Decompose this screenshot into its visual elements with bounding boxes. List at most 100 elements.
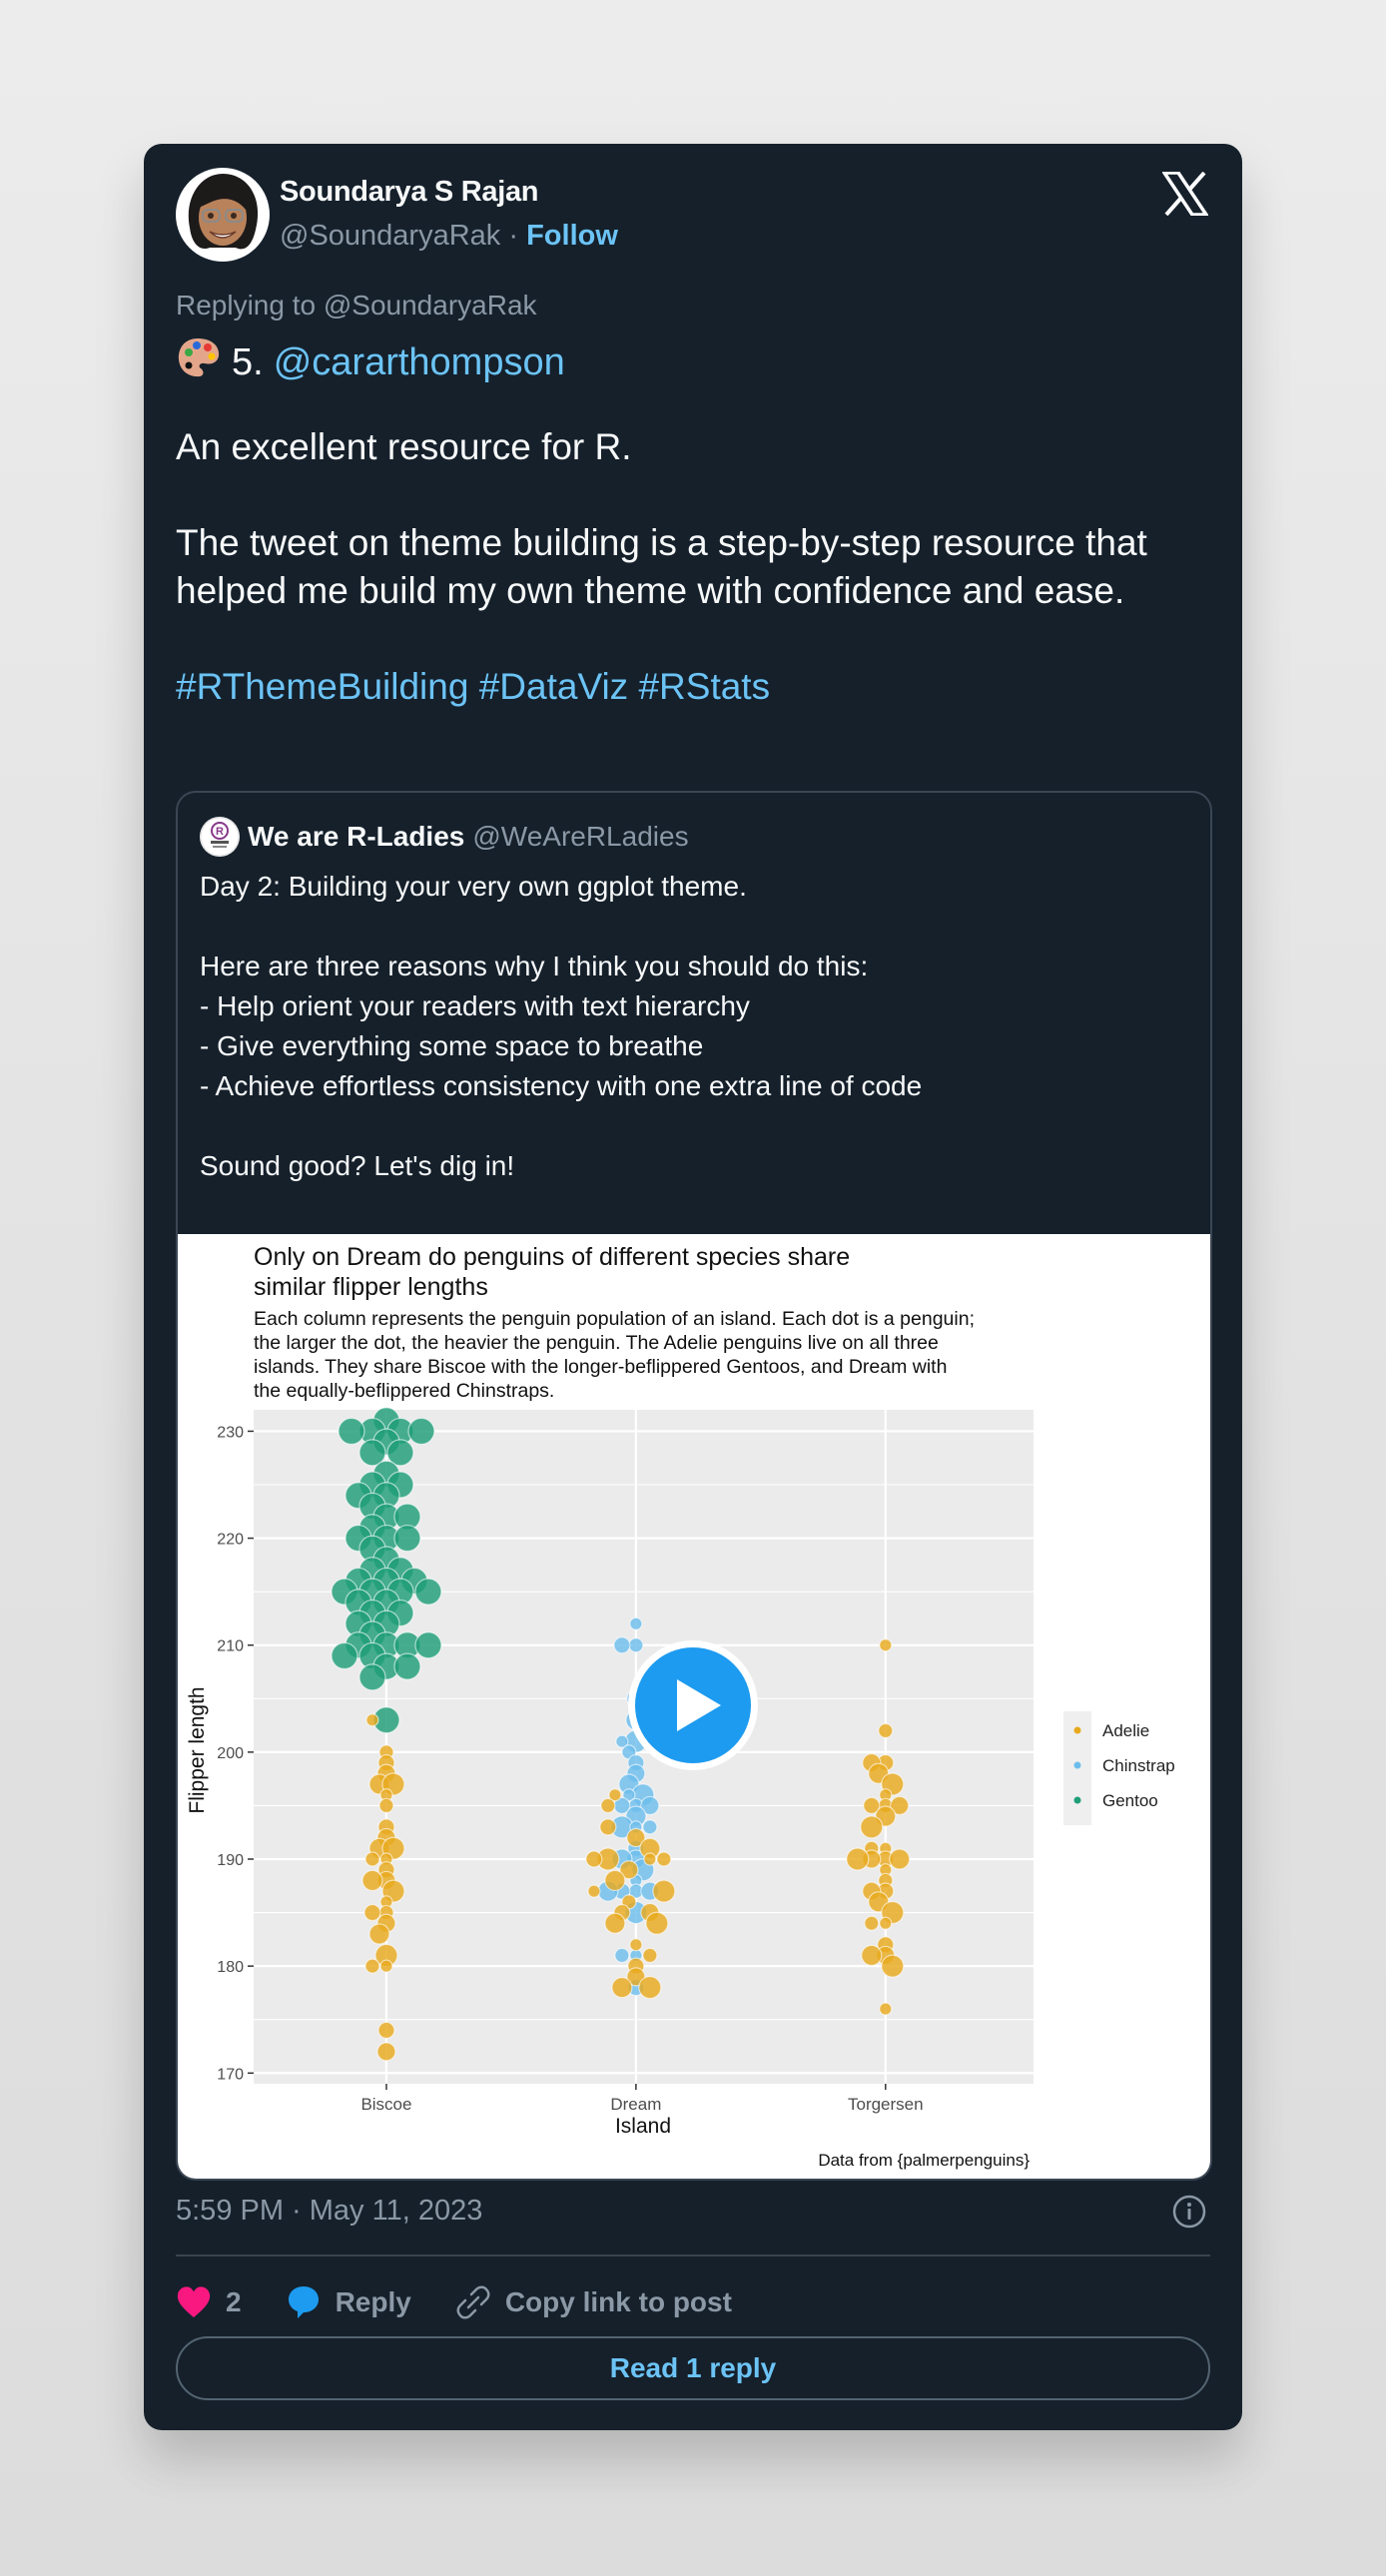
data-point-adelie — [645, 1911, 669, 1935]
data-point-gentoo — [407, 1417, 435, 1446]
x-logo-icon[interactable] — [1160, 171, 1210, 217]
rladies-avatar-icon: R — [200, 817, 240, 857]
like-button[interactable]: 2 — [176, 2285, 242, 2319]
svg-text:R: R — [216, 826, 224, 838]
data-point-gentoo — [331, 1641, 358, 1670]
data-point-adelie — [365, 1713, 379, 1727]
data-point-adelie — [611, 1976, 633, 1999]
y-tick-label: 200 — [217, 1745, 244, 1762]
video-thumbnail[interactable]: Only on Dream do penguins of different s… — [178, 1234, 1210, 2179]
reply-label: Reply — [335, 2286, 411, 2317]
hashtag-link[interactable]: #RThemeBuilding — [176, 666, 468, 707]
data-point-adelie — [861, 1944, 883, 1967]
copy-link-label: Copy link to post — [504, 2286, 732, 2317]
data-point-gentoo — [393, 1524, 421, 1553]
beeswarm-chart: Only on Dream do penguins of different s… — [186, 1243, 1175, 2170]
hashtag-link[interactable]: #DataViz — [479, 666, 628, 707]
hashtag-link[interactable]: #RStats — [638, 666, 770, 707]
data-point-gentoo — [393, 1652, 421, 1680]
legend-label: Chinstrap — [1102, 1756, 1175, 1775]
data-point-chinstrap — [642, 1819, 658, 1835]
link-icon — [456, 2285, 490, 2319]
post-body: An excellent resource for R. The tweet o… — [176, 423, 1214, 759]
author-avatar[interactable] — [176, 168, 270, 262]
chart-subtitle-line: islands. They share Biscoe with the long… — [254, 1356, 947, 1378]
chart-title-line: similar flipper lengths — [254, 1273, 488, 1301]
author-name[interactable]: Soundarya S Rajan — [280, 176, 539, 209]
quoted-line: Here are three reasons why I think you s… — [200, 951, 869, 981]
data-point-adelie — [881, 1954, 905, 1978]
data-point-adelie — [889, 1848, 911, 1870]
info-icon[interactable] — [1172, 2195, 1206, 2229]
legend-key-chinstrap — [1073, 1761, 1081, 1769]
palette-emoji-icon — [176, 335, 222, 389]
data-point-adelie — [368, 1923, 390, 1945]
x-tick-label: Biscoe — [360, 2095, 411, 2114]
legend-key-gentoo — [1073, 1796, 1081, 1804]
data-point-adelie — [879, 1916, 893, 1930]
quoted-header: R We are R-Ladies @WeAreRLadies — [200, 817, 689, 857]
y-tick-label: 220 — [217, 1532, 244, 1549]
data-point-adelie — [878, 1722, 894, 1739]
author-handle[interactable]: @SoundaryaRak — [280, 220, 500, 252]
y-axis-label: Flipper length — [186, 1686, 209, 1813]
data-point-gentoo — [414, 1578, 442, 1606]
quoted-author-handle: @WeAreRLadies — [472, 821, 689, 852]
lead-line: 5. @cararthompson — [176, 335, 565, 389]
legend-key-adelie — [1073, 1726, 1081, 1734]
data-point-gentoo — [338, 1417, 365, 1446]
chart-subtitle-line: Each column represents the penguin popul… — [254, 1308, 975, 1330]
divider — [176, 2254, 1210, 2256]
author-meta: @SoundaryaRak · Follow — [280, 220, 618, 253]
data-point-adelie — [376, 2042, 396, 2062]
read-replies-button[interactable]: Read 1 reply — [176, 2336, 1210, 2400]
hashtags: #RThemeBuilding #DataViz #RStats — [176, 663, 1214, 711]
data-point-adelie — [879, 1638, 893, 1652]
y-tick-label: 190 — [217, 1852, 244, 1869]
data-point-adelie — [363, 1903, 381, 1922]
play-button[interactable] — [628, 1640, 758, 1770]
post-timestamp[interactable]: 5:59 PM · May 11, 2023 — [176, 2195, 482, 2228]
quoted-line: - Give everything some space to breathe — [200, 1030, 704, 1061]
post-card: Soundarya S Rajan @SoundaryaRak · Follow… — [144, 144, 1242, 2430]
data-point-adelie — [643, 1852, 657, 1866]
quoted-author-name[interactable]: We are R-Ladies — [248, 821, 464, 853]
data-point-chinstrap — [613, 1636, 631, 1654]
data-point-adelie — [656, 1851, 672, 1867]
heart-icon — [177, 2286, 211, 2317]
copy-link-button[interactable]: Copy link to post — [455, 2284, 732, 2320]
reply-button[interactable]: Reply — [286, 2284, 411, 2320]
data-point-adelie — [364, 1851, 380, 1867]
data-point-adelie — [604, 1912, 626, 1934]
data-point-adelie — [378, 1797, 394, 1814]
x-tick-label: Dream — [610, 2095, 661, 2114]
chart-legend: Adelie Chinstrap Gentoo — [1063, 1711, 1175, 1825]
body-paragraph: The tweet on theme building is a step-by… — [176, 522, 1147, 611]
data-point-adelie — [629, 1938, 643, 1952]
data-point-chinstrap — [628, 1637, 644, 1653]
legend-label: Gentoo — [1102, 1791, 1158, 1810]
y-tick-label: 180 — [217, 1959, 244, 1976]
data-point-adelie — [600, 1797, 616, 1814]
data-point-adelie — [604, 1869, 626, 1892]
y-tick-label: 170 — [217, 2066, 244, 2083]
replying-to[interactable]: Replying to @SoundaryaRak — [176, 290, 537, 322]
data-point-adelie — [860, 1815, 884, 1839]
quoted-text: Day 2: Building your very own ggplot the… — [200, 867, 1188, 1186]
reply-bubble-icon — [288, 2286, 319, 2318]
quoted-post[interactable]: R We are R-Ladies @WeAreRLadies Day 2: B… — [176, 791, 1212, 2181]
data-point-adelie — [638, 1975, 662, 2000]
y-tick-label: 210 — [217, 1638, 244, 1655]
body-paragraph: An excellent resource for R. — [176, 426, 632, 467]
like-count: 2 — [226, 2286, 242, 2317]
data-point-adelie — [652, 1879, 676, 1903]
follow-button[interactable]: Follow — [526, 220, 618, 252]
x-axis-label: Island — [615, 2115, 671, 2138]
data-point-adelie — [879, 2002, 893, 2016]
memoji-avatar-icon — [177, 169, 269, 261]
separator: · — [508, 220, 519, 252]
mention-link[interactable]: @cararthompson — [274, 341, 565, 384]
data-point-chinstrap — [614, 1947, 630, 1964]
x-tick-label: Torgersen — [848, 2095, 924, 2114]
y-tick-label: 230 — [217, 1424, 244, 1441]
